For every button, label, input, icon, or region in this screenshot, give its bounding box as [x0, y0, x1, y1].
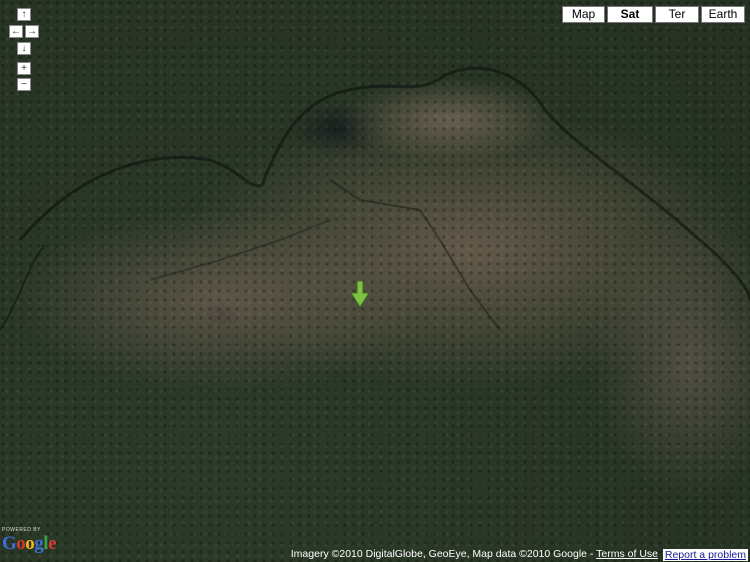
pan-right-button[interactable]: →	[25, 25, 39, 38]
map-attribution: Imagery ©2010 DigitalGlobe, GeoEye, Map …	[291, 548, 658, 560]
location-arrow-marker[interactable]	[351, 281, 369, 307]
minus-icon: −	[21, 79, 27, 90]
pan-left-button[interactable]: ←	[9, 25, 23, 38]
pan-up-button[interactable]: ↑	[17, 8, 31, 21]
map-type-ter-button[interactable]: Ter	[655, 6, 699, 23]
report-problem-link[interactable]: Report a problem	[662, 549, 748, 561]
map-type-control: Map Sat Ter Earth	[562, 6, 745, 23]
plus-icon: +	[21, 63, 27, 74]
arrow-down-icon: ↓	[21, 43, 27, 54]
pan-down-button[interactable]: ↓	[17, 42, 31, 55]
satellite-map[interactable]: ↑ ← → ↓ + − Map Sat Ter Earth POWERED BY…	[0, 0, 750, 562]
map-type-map-button[interactable]: Map	[562, 6, 605, 23]
map-type-sat-button[interactable]: Sat	[607, 6, 653, 23]
attribution-text: Imagery ©2010 DigitalGlobe, GeoEye, Map …	[290, 548, 597, 560]
arrow-right-icon: →	[27, 26, 37, 37]
zoom-in-button[interactable]: +	[17, 62, 31, 75]
zoom-out-button[interactable]: −	[17, 78, 31, 91]
google-logo-text: Google	[2, 533, 56, 554]
map-type-earth-button[interactable]: Earth	[701, 6, 745, 23]
arrow-up-icon: ↑	[21, 9, 27, 20]
arrow-left-icon: ←	[11, 26, 21, 37]
terrain-outlines	[0, 67, 750, 331]
google-logo[interactable]: POWERED BY Google	[2, 527, 56, 555]
terms-of-use-link[interactable]: Terms of Use	[596, 548, 658, 560]
